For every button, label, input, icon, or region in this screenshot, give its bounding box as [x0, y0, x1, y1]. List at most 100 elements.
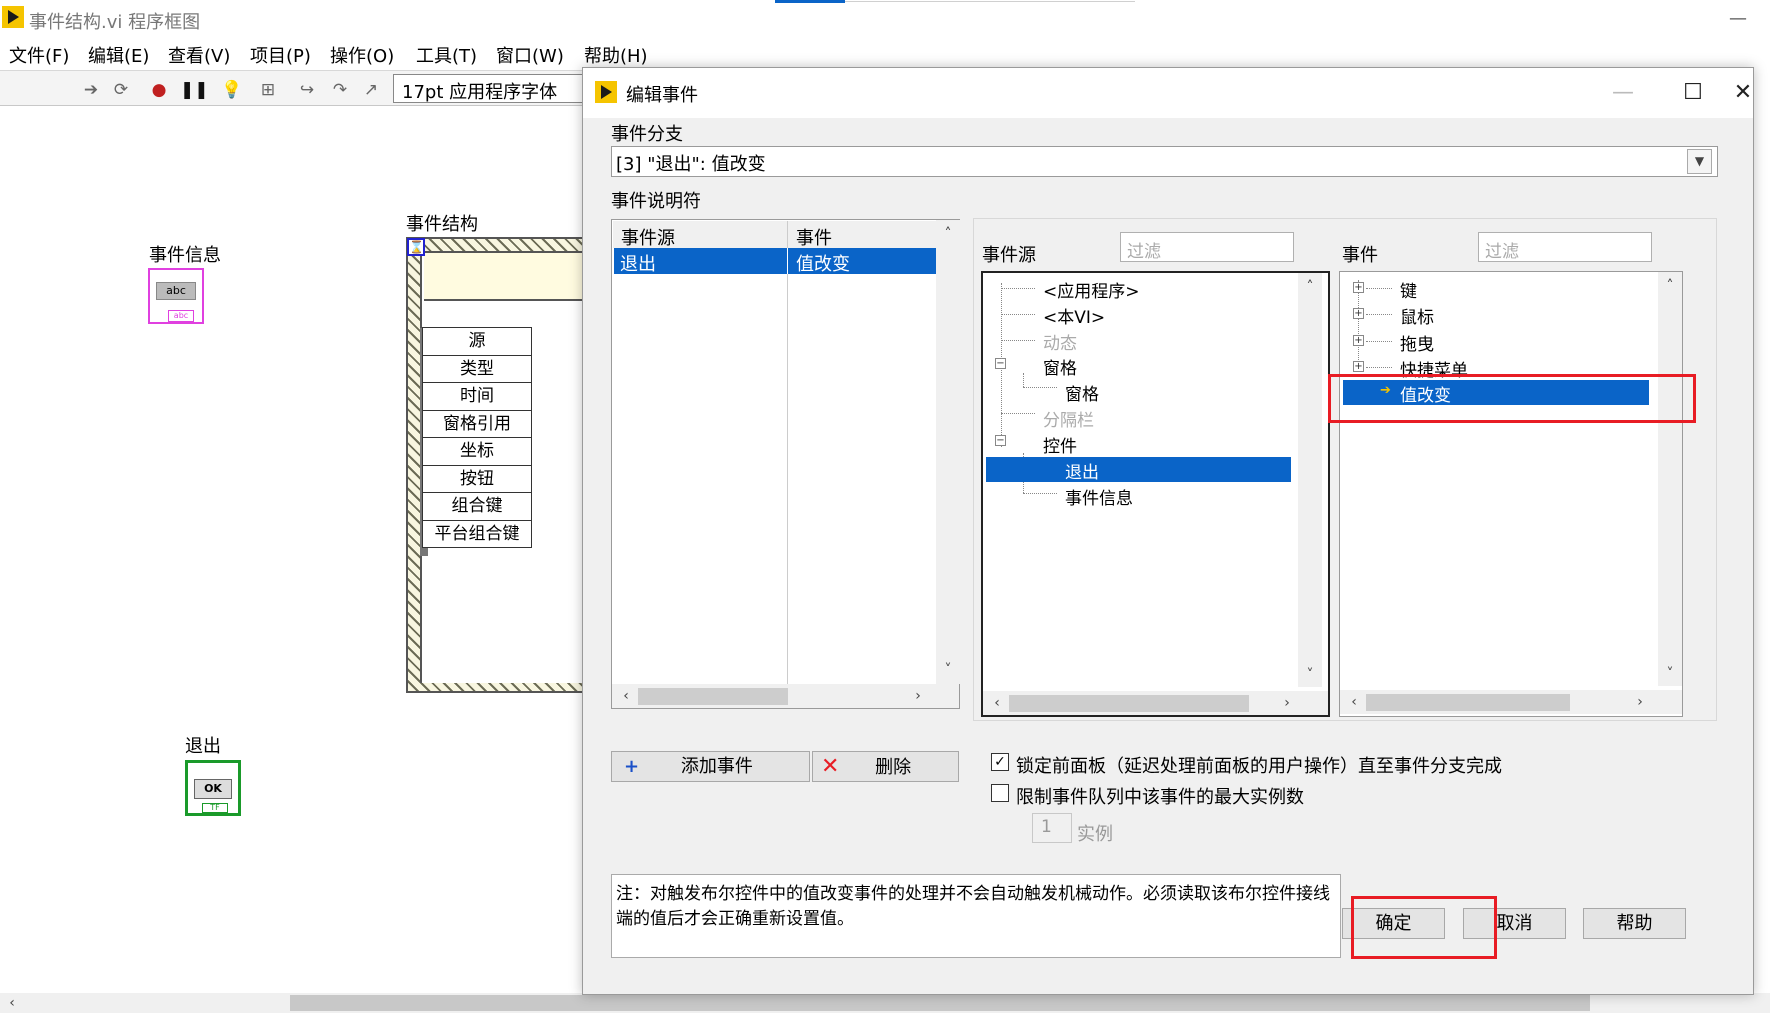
- chevron-left-icon[interactable]: ‹: [616, 686, 636, 706]
- help-button[interactable]: 帮助: [1583, 908, 1686, 939]
- chevron-down-icon[interactable]: ▼: [1687, 149, 1712, 174]
- step-into-icon[interactable]: ↪: [296, 79, 318, 101]
- limit-queue-label: 限制事件队列中该事件的最大实例数: [1016, 787, 1304, 808]
- expand-icon[interactable]: +: [1353, 282, 1364, 293]
- terminal-platform-modifiers[interactable]: 平台组合键: [422, 519, 532, 548]
- pause-icon[interactable]: ❚❚: [180, 79, 209, 101]
- tree-item-event-info[interactable]: 事件信息: [1065, 484, 1133, 509]
- chevron-right-icon[interactable]: ›: [1630, 692, 1650, 712]
- case-selector[interactable]: [424, 253, 590, 301]
- expand-icon[interactable]: +: [1353, 335, 1364, 346]
- chevron-down-icon[interactable]: ˅: [1660, 664, 1680, 684]
- tree-item-this-vi[interactable]: <本VI>: [1043, 303, 1105, 328]
- table-row[interactable]: 退出 值改变: [614, 248, 937, 275]
- run-arrow-icon[interactable]: ➔: [80, 79, 102, 101]
- event-filter-input[interactable]: 过滤: [1478, 232, 1652, 262]
- collapse-icon[interactable]: −: [995, 435, 1006, 446]
- scrollbar-thumb[interactable]: [1009, 695, 1249, 712]
- dialog-minimize-button[interactable]: —: [1603, 78, 1643, 108]
- terminal-coords[interactable]: 坐标: [422, 437, 532, 466]
- tree-item-mouse[interactable]: 鼠标: [1400, 303, 1434, 328]
- terminal-time[interactable]: 时间: [422, 382, 532, 411]
- event-tree[interactable]: + 键 + 鼠标 + 拖曳 + 快捷菜单 ➔ 值改变 ˄ ˅ ‹ ›: [1339, 271, 1683, 717]
- menu-project[interactable]: 项目(P): [250, 42, 311, 68]
- event-source-tree[interactable]: <应用程序> <本VI> 动态 − 窗格 窗格 分隔栏 − 控件 退出 事件信息…: [981, 271, 1330, 717]
- expand-icon[interactable]: +: [1353, 361, 1364, 372]
- tree-item-key[interactable]: 键: [1400, 277, 1417, 302]
- tree-item-panes[interactable]: 窗格: [1043, 354, 1077, 379]
- step-over-icon[interactable]: ↷: [329, 79, 351, 101]
- exit-button-terminal[interactable]: OK TF: [185, 760, 241, 816]
- string-glyph: abc: [156, 282, 196, 300]
- lock-panel-label: 锁定前面板（延迟处理前面板的用户操作）直至事件分支完成: [1016, 756, 1502, 777]
- event-tree-horizontal-scrollbar[interactable]: ‹ ›: [1340, 690, 1682, 714]
- menu-view[interactable]: 查看(V): [168, 42, 230, 68]
- event-specifier-table[interactable]: 事件源 事件 退出 值改变 ˄ ˅ ‹ ›: [611, 219, 960, 709]
- labview-icon: [595, 81, 617, 103]
- collapse-icon[interactable]: −: [995, 358, 1006, 369]
- add-event-button[interactable]: + 添加事件: [611, 751, 810, 782]
- menu-window[interactable]: 窗口(W): [496, 42, 564, 68]
- run-continuously-icon[interactable]: ⟳: [110, 79, 132, 101]
- lock-panel-checkbox[interactable]: ✓: [991, 753, 1009, 771]
- source-tree-horizontal-scrollbar[interactable]: ‹ ›: [983, 691, 1328, 715]
- scrollbar-thumb[interactable]: [290, 995, 1590, 1011]
- tree-item-dynamic[interactable]: 动态: [1043, 329, 1077, 354]
- limit-queue-checkbox[interactable]: [991, 784, 1009, 802]
- menu-edit[interactable]: 编辑(E): [88, 42, 149, 68]
- highlight-execution-icon[interactable]: 💡: [221, 79, 243, 101]
- delete-event-button[interactable]: ✕ 删除: [812, 751, 959, 782]
- chevron-right-icon[interactable]: ›: [1277, 693, 1297, 713]
- event-tree-vertical-scrollbar[interactable]: ˄ ˅: [1658, 272, 1682, 686]
- instances-input[interactable]: 1: [1032, 813, 1072, 843]
- terminal-source[interactable]: 源: [422, 327, 532, 356]
- scrollbar-thumb[interactable]: [638, 688, 788, 705]
- tree-guide: [1366, 314, 1392, 315]
- chevron-right-icon[interactable]: ›: [908, 686, 928, 706]
- step-out-icon[interactable]: ↗: [360, 79, 382, 101]
- expand-icon[interactable]: +: [1353, 308, 1364, 319]
- event-data-node[interactable]: 源 类型 时间 窗格引用 坐标 按钮 组合键 平台组合键: [422, 327, 532, 548]
- source-tree-vertical-scrollbar[interactable]: ˄ ˅: [1298, 273, 1322, 687]
- menu-file[interactable]: 文件(F): [9, 42, 69, 68]
- chevron-left-icon[interactable]: ‹: [987, 693, 1007, 713]
- tree-item-controls[interactable]: 控件: [1043, 432, 1077, 457]
- diagram-horizontal-scrollbar[interactable]: ‹: [0, 993, 1770, 1013]
- chevron-left-icon[interactable]: ‹: [1344, 692, 1364, 712]
- event-selection-panel: 事件源 过滤 事件 过滤 <应用程序> <本VI> 动态 − 窗格 窗格 分隔栏…: [973, 218, 1717, 721]
- table-horizontal-scrollbar[interactable]: ‹ ›: [612, 684, 959, 708]
- terminal-pane-ref[interactable]: 窗格引用: [422, 409, 532, 438]
- tree-item-application[interactable]: <应用程序>: [1043, 277, 1140, 302]
- retain-wire-values-icon[interactable]: ⊞: [257, 79, 279, 101]
- chevron-up-icon[interactable]: ˄: [938, 224, 958, 244]
- terminal-button[interactable]: 按钮: [422, 464, 532, 493]
- dialog-maximize-button[interactable]: ☐: [1673, 78, 1713, 108]
- tree-guide: [1001, 413, 1035, 414]
- source-filter-input[interactable]: 过滤: [1120, 232, 1294, 262]
- table-vertical-scrollbar[interactable]: ˄ ˅: [936, 220, 960, 684]
- chevron-down-icon[interactable]: ˅: [938, 660, 958, 680]
- minimize-button[interactable]: —: [1726, 8, 1750, 32]
- menu-help[interactable]: 帮助(H): [584, 42, 648, 68]
- menu-operate[interactable]: 操作(O): [330, 42, 394, 68]
- event-info-terminal[interactable]: abc abc: [148, 268, 204, 324]
- dialog-titlebar: 编辑事件 — ☐ ✕: [583, 68, 1753, 118]
- terminal-modifiers[interactable]: 组合键: [422, 492, 532, 521]
- menu-tools[interactable]: 工具(T): [416, 42, 477, 68]
- chevron-left-icon[interactable]: ‹: [2, 993, 22, 1013]
- font-dropdown[interactable]: 17pt 应用程序字体: [393, 74, 583, 103]
- tree-guide: [1358, 280, 1359, 372]
- terminal-type[interactable]: 类型: [422, 354, 532, 383]
- chevron-up-icon[interactable]: ˄: [1300, 277, 1320, 297]
- tree-item-splitter[interactable]: 分隔栏: [1043, 406, 1094, 431]
- chevron-down-icon[interactable]: ˅: [1300, 665, 1320, 685]
- tree-item-exit-selected[interactable]: 退出: [986, 457, 1291, 483]
- event-branch-select[interactable]: [3] "退出": 值改变: [611, 146, 1718, 177]
- scrollbar-thumb[interactable]: [1366, 694, 1570, 711]
- tree-item-pane[interactable]: 窗格: [1065, 380, 1099, 405]
- abort-icon[interactable]: ●: [148, 79, 170, 101]
- chevron-up-icon[interactable]: ˄: [1660, 276, 1680, 296]
- dialog-close-button[interactable]: ✕: [1723, 78, 1763, 108]
- table-header: 事件源 事件: [613, 221, 938, 249]
- tree-item-drag[interactable]: 拖曳: [1400, 330, 1434, 355]
